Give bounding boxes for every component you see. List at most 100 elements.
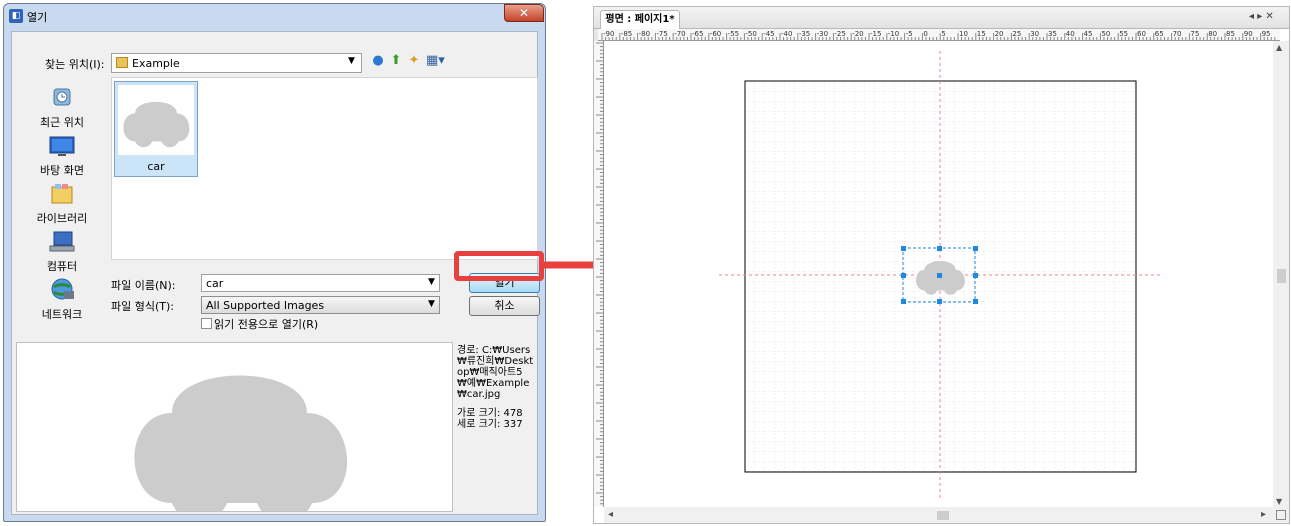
folder-icon xyxy=(116,57,128,68)
editor-window: 평면 : 페이지1* ◂ ▸ ✕ -90 -85 -80 -75 -70 -65 -60 -5… xyxy=(593,6,1290,524)
tab-nav-controls[interactable]: ◂ ▸ ✕ xyxy=(1249,11,1274,22)
dialog-title: 열기 xyxy=(27,11,48,24)
car-preview-image xyxy=(134,375,347,511)
up-folder-icon[interactable]: ⬆ xyxy=(388,53,404,69)
place-network[interactable]: 네트워크 xyxy=(16,277,108,322)
file-name-value: car xyxy=(206,277,224,290)
close-button[interactable]: ✕ xyxy=(504,4,544,22)
ruler-label: -30 xyxy=(817,30,828,38)
ruler-label: 10 xyxy=(959,30,968,38)
file-list[interactable]: car xyxy=(111,77,538,260)
scroll-down-icon[interactable]: ▼ xyxy=(1276,497,1282,506)
place-desktop[interactable]: 바탕 화면 xyxy=(16,133,108,178)
ruler-label: -50 xyxy=(745,30,756,38)
ruler-label: 45 xyxy=(1084,30,1093,38)
corner-square-icon xyxy=(1276,510,1286,520)
image-preview xyxy=(16,342,453,512)
new-folder-icon[interactable]: ✦ xyxy=(406,53,422,69)
ruler-label: 80 xyxy=(1208,30,1217,38)
ruler-label: 90 xyxy=(1244,30,1253,38)
look-in-label: 찾는 위치(I): xyxy=(45,58,105,71)
horizontal-scrollbar[interactable]: ◂ ▸ xyxy=(604,507,1273,523)
scroll-left-icon[interactable]: ◂ xyxy=(608,509,613,520)
ruler-label: -85 xyxy=(621,30,632,38)
scroll-right-icon[interactable]: ▸ xyxy=(1261,509,1266,520)
ruler-label: 60 xyxy=(1137,30,1146,38)
image-height-info: 세로 크기: 337 xyxy=(457,419,523,430)
place-label: 컴퓨터 xyxy=(46,260,78,273)
look-in-value: Example xyxy=(132,57,180,70)
tab-page1[interactable]: 평면 : 페이지1* xyxy=(600,10,680,29)
network-icon xyxy=(48,277,76,303)
view-menu-icon[interactable]: ▦▾ xyxy=(426,53,445,69)
ruler-label: -60 xyxy=(710,30,721,38)
look-in-dropdown[interactable]: Example ▼ xyxy=(111,53,362,73)
horizontal-scroll-thumb[interactable] xyxy=(937,511,949,520)
place-label: 최근 위치 xyxy=(40,116,84,129)
dialog-titlebar[interactable]: ◧ 열기 ✕ xyxy=(4,4,545,28)
cancel-button[interactable]: 취소 xyxy=(469,296,540,316)
file-name-label: car xyxy=(147,160,165,173)
ruler-label: 30 xyxy=(1030,30,1039,38)
ruler-label: 75 xyxy=(1190,30,1199,38)
ruler-label: 20 xyxy=(995,30,1004,38)
open-button-highlight xyxy=(454,251,544,281)
ruler-label: -40 xyxy=(781,30,792,38)
ruler-label: -45 xyxy=(763,30,774,38)
file-type-value: All Supported Images xyxy=(206,299,325,312)
libraries-icon xyxy=(48,181,76,207)
place-label: 라이브러리 xyxy=(36,212,88,225)
ruler-label: -25 xyxy=(834,30,845,38)
scroll-corner xyxy=(1273,507,1289,523)
ruler-label: 65 xyxy=(1155,30,1164,38)
place-label: 바탕 화면 xyxy=(40,164,84,177)
ruler-label: -35 xyxy=(799,30,810,38)
file-name-label: 파일 이름(N): xyxy=(111,279,176,292)
app-icon: ◧ xyxy=(9,9,23,23)
ruler-label: 35 xyxy=(1048,30,1057,38)
file-type-label: 파일 형식(T): xyxy=(111,300,174,313)
ruler-label: 70 xyxy=(1173,30,1182,38)
ruler-label: -10 xyxy=(888,30,899,38)
file-item[interactable]: car xyxy=(114,81,198,177)
ruler-label: 25 xyxy=(1012,30,1021,38)
drawing-canvas[interactable] xyxy=(604,41,1280,507)
ruler-label: 0 xyxy=(923,30,927,38)
vertical-ruler xyxy=(594,41,604,507)
ruler-label: -90 xyxy=(603,30,614,38)
desktop-icon xyxy=(48,133,76,159)
place-computer[interactable]: 컴퓨터 xyxy=(16,229,108,274)
readonly-checkbox[interactable] xyxy=(201,318,212,329)
chevron-down-icon[interactable]: ▼ xyxy=(428,299,435,309)
readonly-label[interactable]: 읽기 전용으로 열기(R) xyxy=(214,316,318,332)
recent-places-icon xyxy=(48,85,76,111)
ruler-label: 15 xyxy=(977,30,986,38)
chevron-down-icon[interactable]: ▼ xyxy=(428,277,435,287)
chevron-down-icon[interactable]: ▼ xyxy=(348,56,355,66)
ruler-label: 55 xyxy=(1119,30,1128,38)
ruler-label: 95 xyxy=(1262,30,1271,38)
ruler-label: -75 xyxy=(656,30,667,38)
place-label: 네트워크 xyxy=(41,308,83,321)
places-bar: 최근 위치 바탕 화면 라이브러리 컴퓨터 네트워크 xyxy=(16,77,108,321)
ruler-label: -70 xyxy=(674,30,685,38)
car-thumbnail xyxy=(118,85,194,155)
ruler-label: 5 xyxy=(941,30,945,38)
horizontal-ruler: -90 -85 -80 -75 -70 -65 -60 -55 -50 -45 -40 -35 -30-… xyxy=(598,29,1280,41)
computer-icon xyxy=(48,229,76,255)
file-type-select[interactable]: All Supported Images ▼ xyxy=(201,296,440,314)
ruler-label: 85 xyxy=(1226,30,1235,38)
ruler-label: -55 xyxy=(728,30,739,38)
ruler-label: -20 xyxy=(852,30,863,38)
place-recent[interactable]: 최근 위치 xyxy=(16,85,108,130)
file-name-input[interactable]: car ▼ xyxy=(201,274,440,292)
place-library[interactable]: 라이브러리 xyxy=(16,181,108,226)
image-path-info: 경로: C:₩Users₩류진희₩Desktop₩매직아트5₩예₩Example… xyxy=(457,345,534,400)
ruler-label: -65 xyxy=(692,30,703,38)
vertical-scroll-thumb[interactable] xyxy=(1277,269,1286,283)
ruler-label: 50 xyxy=(1101,30,1110,38)
back-icon[interactable]: ● xyxy=(370,53,386,69)
ruler-label: -5 xyxy=(906,30,913,38)
vertical-scrollbar[interactable]: ▲ ▼ xyxy=(1273,41,1289,507)
scroll-up-icon[interactable]: ▲ xyxy=(1276,43,1282,52)
